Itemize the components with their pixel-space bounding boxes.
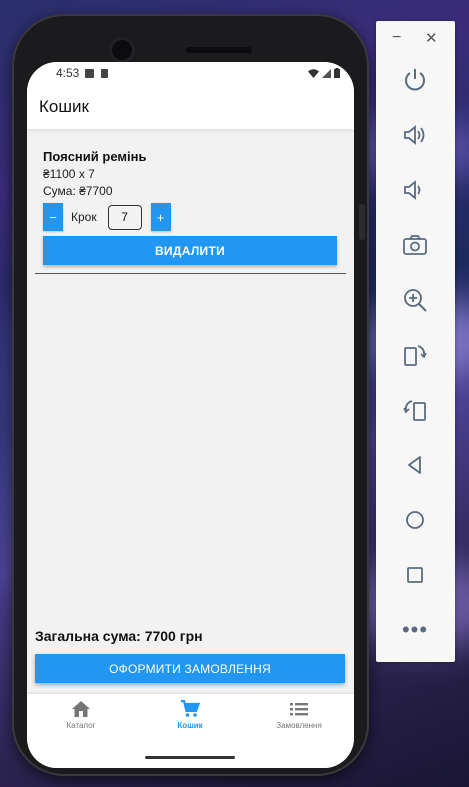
rotate-left-icon (404, 345, 427, 366)
notification-a-icon (85, 68, 95, 78)
quantity-input[interactable]: 7 (107, 204, 142, 230)
page-title: Кошик (39, 96, 89, 116)
decrease-button[interactable]: − (43, 203, 63, 231)
nav-item-orders[interactable]: Замовлення (249, 700, 349, 730)
status-time: 4:53 (56, 66, 80, 80)
volume-up-icon (404, 125, 425, 145)
item-divider (35, 273, 346, 274)
close-button[interactable]: ✕ (425, 29, 438, 47)
rotate-right-icon (403, 400, 426, 421)
rotate-left-button[interactable] (395, 335, 435, 375)
app-screen: 4:53 Кошик Поясний ремінь ₴1100 x 7 Сума… (27, 62, 354, 768)
battery-icon (334, 68, 340, 78)
delete-button[interactable]: ВИДАЛИТИ (43, 236, 337, 265)
device-frame: 4:53 Кошик Поясний ремінь ₴1100 x 7 Сума… (12, 14, 369, 776)
wifi-icon (308, 68, 319, 78)
gesture-home-bar[interactable] (145, 756, 235, 759)
step-label: Крок (71, 210, 97, 224)
status-bar: 4:53 (27, 62, 354, 84)
home-button[interactable] (395, 500, 435, 540)
list-icon (290, 703, 308, 716)
checkout-button[interactable]: ОФОРМИТИ ЗАМОВЛЕННЯ (35, 654, 345, 683)
item-sum: Сума: ₴7700 (43, 184, 113, 198)
volume-down-button[interactable] (395, 170, 435, 210)
increase-button[interactable]: + (150, 203, 171, 231)
emulator-toolbar: − ✕ ••• (376, 21, 455, 662)
back-icon (408, 456, 421, 474)
volume-rocker (359, 204, 365, 240)
power-icon (405, 69, 425, 91)
nav-item-cart[interactable]: Кошик (140, 700, 240, 730)
more-options-button[interactable]: ••• (395, 610, 435, 650)
nav-label-catalog: Каталог (66, 721, 96, 730)
volume-up-button[interactable] (395, 115, 435, 155)
zoom-button[interactable] (395, 280, 435, 320)
signal-icon (322, 68, 331, 78)
home-circle-icon (406, 511, 424, 529)
nav-label-cart: Кошик (177, 721, 203, 730)
price-times-quantity: ₴1100 x 7 (43, 167, 95, 181)
minimize-button[interactable]: − (392, 29, 401, 47)
screenshot-button[interactable] (395, 225, 435, 265)
nav-item-catalog[interactable]: Каталог (31, 700, 131, 730)
bottom-navigation: Каталог Кошик Замовлення (27, 694, 354, 768)
total-sum: Загальна сума: 7700 грн (35, 628, 203, 644)
power-button[interactable] (395, 60, 435, 100)
camera-icon (403, 235, 427, 255)
back-button[interactable] (395, 445, 435, 485)
product-name: Поясний ремінь (43, 149, 147, 164)
rotate-right-button[interactable] (395, 390, 435, 430)
app-bar: Кошик (27, 84, 354, 129)
zoom-in-icon (404, 289, 427, 312)
volume-down-icon (404, 180, 421, 200)
more-icon: ••• (401, 617, 429, 642)
overview-button[interactable] (395, 555, 435, 595)
sd-card-icon (101, 68, 109, 78)
earpiece (186, 47, 252, 53)
front-camera (112, 40, 132, 60)
nav-label-orders: Замовлення (276, 721, 322, 730)
quantity-stepper: − Крок 7 + (43, 203, 338, 231)
cart-icon (181, 700, 200, 717)
cart-item: Поясний ремінь ₴1100 x 7 Сума: ₴7700 − К… (27, 129, 354, 265)
overview-icon (407, 567, 423, 583)
home-icon (72, 701, 90, 717)
